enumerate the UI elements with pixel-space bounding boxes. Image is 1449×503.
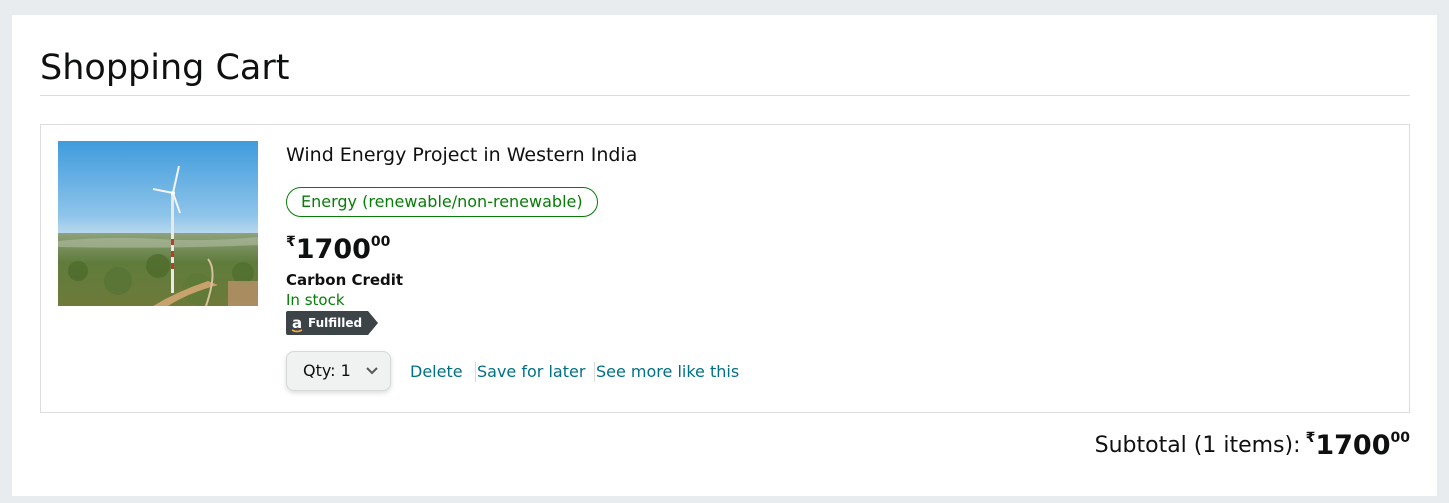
- action-divider: [594, 362, 595, 382]
- cart-subtotal: Subtotal (1 items): ₹170000: [1095, 421, 1410, 466]
- title-divider: [40, 95, 1410, 96]
- price-currency: ₹: [286, 234, 296, 250]
- chevron-down-icon: [366, 352, 378, 390]
- cart-item: Wind Energy Project in Western India Ene…: [40, 124, 1410, 413]
- price-fraction: 00: [370, 234, 391, 250]
- stock-status: In stock: [286, 291, 345, 309]
- subtotal-currency: ₹: [1305, 430, 1316, 446]
- quantity-dropdown[interactable]: Qty: 1: [286, 351, 391, 391]
- page-title: Shopping Cart: [40, 48, 290, 88]
- subtotal-fraction: 00: [1390, 430, 1410, 446]
- item-price: ₹170000: [286, 225, 390, 270]
- action-divider: [475, 362, 476, 382]
- category-badge: Energy (renewable/non-renewable): [286, 187, 598, 217]
- delete-link[interactable]: Delete: [410, 361, 463, 383]
- badge-logo-letter: a: [292, 314, 302, 332]
- cart-panel: Shopping Cart Wind Energy Project in Wes…: [12, 15, 1437, 496]
- see-more-like-this-link[interactable]: See more like this: [596, 361, 739, 383]
- product-image[interactable]: [58, 141, 258, 306]
- wind-turbine-landscape-photo: [58, 141, 258, 306]
- save-for-later-link[interactable]: Save for later: [477, 361, 585, 383]
- subtotal-whole: 1700: [1315, 430, 1391, 461]
- price-whole: 1700: [295, 234, 371, 265]
- quantity-value: 1: [340, 361, 351, 380]
- badge-text: Fulfilled: [308, 316, 362, 330]
- item-title[interactable]: Wind Energy Project in Western India: [286, 141, 637, 169]
- subtotal-label: Subtotal (1 items):: [1094, 433, 1301, 458]
- item-type-label: Carbon Credit: [286, 271, 404, 289]
- quantity-label: Qty:: [303, 361, 336, 380]
- amazon-fulfilled-badge: a Fulfilled: [286, 311, 378, 335]
